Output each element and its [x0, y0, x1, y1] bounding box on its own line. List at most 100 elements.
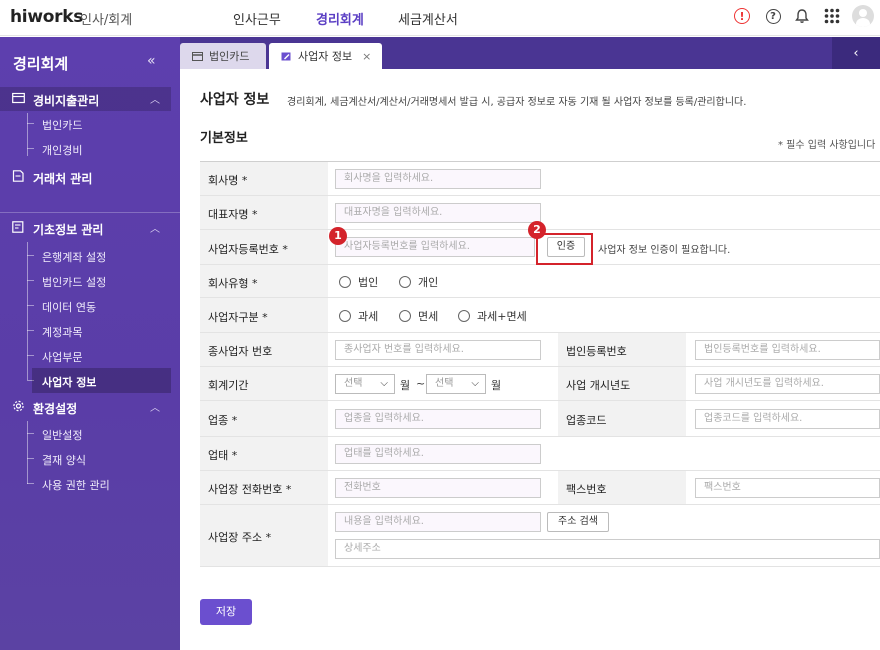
sidebar-item-approval-form[interactable]: 결재 양식	[42, 452, 86, 468]
fax-label: 팩스번호	[566, 483, 607, 496]
tab-bar: 법인카드 사업자 정보 × ‹	[180, 37, 880, 69]
form-row-fiscal-period: 회계기간 선택 ⌵ 월 ~ 선택 ⌵ 월 사업 개시년도 사업 개시년도를 입력하세…	[200, 367, 880, 401]
form-row-biz-class: 사업자구분 * 과세 면세 과세+면세	[200, 298, 880, 333]
sidebar-item-business-info[interactable]: 사업자 정보	[42, 374, 96, 390]
radio-circle	[339, 276, 351, 288]
start-year-input[interactable]: 사업 개시년도를 입력하세요.	[695, 374, 880, 394]
close-icon[interactable]: ×	[362, 50, 371, 63]
collapse-icon[interactable]: «	[147, 53, 156, 69]
chevron-down-icon: ⌵	[380, 378, 388, 389]
industry-label: 업종 *	[208, 414, 238, 427]
tab-scroll-left-icon[interactable]: ‹	[832, 37, 880, 69]
alert-icon[interactable]: !	[733, 7, 751, 25]
radio-taxable[interactable]: 과세	[339, 308, 378, 324]
sub-biz-no-label: 종사업자 번호	[208, 345, 273, 358]
fiscal-end-select[interactable]: 선택 ⌵	[426, 374, 486, 394]
sidebar-group-settings[interactable]: 환경설정 ︿	[0, 395, 180, 419]
module-name: 인사/회계	[80, 13, 133, 28]
radio-individual[interactable]: 개인	[399, 274, 438, 290]
company-name-label: 회사명 *	[208, 174, 248, 187]
phone-input[interactable]: 전화번호	[335, 478, 541, 498]
app-grid-icon[interactable]	[823, 7, 841, 25]
tab-corp-card[interactable]: 법인카드	[180, 43, 266, 69]
topnav-accounting[interactable]: 경리회계	[316, 9, 364, 28]
sidebar-group-expense[interactable]: 경비지출관리 ︿	[0, 87, 171, 111]
topnav-tax-invoice[interactable]: 세금계산서	[398, 9, 458, 28]
sidebar-title: 경리회계	[13, 55, 69, 73]
form-row-sub-biz-no: 종사업자 번호 종사업자 번호를 입력하세요. 법인등록번호 법인등록번호를 입…	[200, 333, 880, 367]
gear-icon	[13, 400, 24, 412]
corp-reg-no-input[interactable]: 법인등록번호를 입력하세요.	[695, 340, 880, 360]
sidebar-item-general[interactable]: 일반설정	[42, 427, 82, 443]
biz-reg-no-label: 사업자등록번호 *	[208, 243, 288, 256]
radio-circle	[399, 276, 411, 288]
radio-taxable-exempt[interactable]: 과세+면세	[458, 308, 527, 324]
form-row-address: 사업장 주소 * 내용을 입력하세요. 주소 검색 상세주소	[200, 505, 880, 567]
biz-reg-no-input[interactable]: 사업자등록번호를 입력하세요.	[335, 237, 535, 257]
month-unit: 월	[400, 379, 411, 392]
ceo-name-input[interactable]: 대표자명을 입력하세요.	[335, 203, 541, 223]
sidebar-item-permissions[interactable]: 사용 권한 관리	[42, 477, 110, 493]
document-edit-icon	[12, 221, 24, 233]
sidebar-group-label: 환경설정	[33, 402, 78, 416]
radio-circle	[399, 310, 411, 322]
sidebar-item-personal-expense[interactable]: 개인경비	[42, 142, 82, 158]
sub-biz-no-input[interactable]: 종사업자 번호를 입력하세요.	[335, 340, 541, 360]
avatar[interactable]	[852, 5, 874, 27]
radio-corporation[interactable]: 법인	[339, 274, 378, 290]
sidebar-item-corp-card-settings[interactable]: 법인카드 설정	[42, 274, 106, 290]
industry-code-label: 업종코드	[566, 414, 607, 427]
chevron-up-icon: ︿	[150, 224, 160, 235]
help-icon[interactable]: ?	[764, 7, 782, 25]
top-bar: hiworks 인사/회계 인사근무 경리회계 세금계산서 ! ?	[0, 0, 880, 36]
form-row-company-type: 회사유형 * 법인 개인	[200, 265, 880, 298]
sidebar-group-label: 기초정보 관리	[33, 223, 104, 237]
sidebar: 경리회계 « 경비지출관리 ︿ 법인카드 개인경비 거래처 관리 기초정보 관리…	[0, 37, 180, 650]
phone-label: 사업장 전화번호 *	[208, 483, 292, 496]
business-type-input[interactable]: 업태를 입력하세요.	[335, 444, 541, 464]
app-logo[interactable]: hiworks	[10, 7, 83, 27]
sidebar-item-data-sync[interactable]: 데이터 연동	[42, 299, 96, 315]
page-description: 경리회계, 세금계산서/계산서/거래명세서 발급 시, 공급자 정보로 자동 기…	[287, 97, 747, 108]
fiscal-period-label: 회계기간	[208, 379, 249, 392]
start-year-label: 사업 개시년도	[566, 379, 631, 392]
card-icon	[192, 51, 203, 61]
industry-code-input[interactable]: 업종코드를 입력하세요.	[695, 409, 880, 429]
radio-circle	[339, 310, 351, 322]
sidebar-group-base-info[interactable]: 기초정보 관리 ︿	[0, 216, 180, 240]
page-title: 사업자 정보	[200, 92, 270, 108]
chevron-up-icon: ︿	[150, 403, 160, 414]
chevron-down-icon: ⌵	[471, 378, 479, 389]
form-row-company-name: 회사명 * 회사명을 입력하세요.	[200, 162, 880, 196]
topnav-hr[interactable]: 인사근무	[233, 9, 281, 28]
address-label: 사업장 주소 *	[208, 531, 272, 544]
address-detail-input[interactable]: 상세주소	[335, 539, 880, 559]
sidebar-item-bank-account[interactable]: 은행계좌 설정	[42, 249, 106, 265]
address-search-button[interactable]: 주소 검색	[547, 512, 609, 532]
industry-input[interactable]: 업종을 입력하세요.	[335, 409, 541, 429]
fax-input[interactable]: 팩스번호	[695, 478, 880, 498]
business-info-form: 회사명 * 회사명을 입력하세요. 대표자명 * 대표자명을 입력하세요. 사업…	[200, 161, 880, 567]
sidebar-item-corp-card[interactable]: 법인카드	[42, 117, 82, 133]
ceo-name-label: 대표자명 *	[208, 208, 258, 221]
required-note: * 필수 입력 사항입니다	[778, 140, 876, 151]
tab-business-info[interactable]: 사업자 정보 ×	[269, 43, 382, 69]
form-row-phone: 사업장 전화번호 * 전화번호 팩스번호 팩스번호	[200, 471, 880, 505]
verify-note: 사업자 정보 인증이 필요합니다.	[598, 245, 731, 256]
radio-circle	[458, 310, 470, 322]
document-icon	[12, 170, 24, 182]
sidebar-item-divisions[interactable]: 사업부문	[42, 349, 82, 365]
company-name-input[interactable]: 회사명을 입력하세요.	[335, 169, 541, 189]
bell-icon[interactable]	[793, 7, 811, 25]
section-title: 기본정보	[200, 131, 248, 146]
edit-icon	[281, 52, 291, 60]
address-input[interactable]: 내용을 입력하세요.	[335, 512, 541, 532]
corp-reg-no-label: 법인등록번호	[566, 345, 627, 358]
fiscal-start-select[interactable]: 선택 ⌵	[335, 374, 395, 394]
card-icon	[12, 92, 25, 104]
radio-tax-exempt[interactable]: 면세	[399, 308, 438, 324]
save-button[interactable]: 저장	[200, 599, 252, 625]
sidebar-group-vendor[interactable]: 거래처 관리	[0, 165, 180, 189]
sidebar-item-accounts[interactable]: 계정과목	[42, 324, 82, 340]
annotation-highlight-box	[536, 233, 593, 265]
